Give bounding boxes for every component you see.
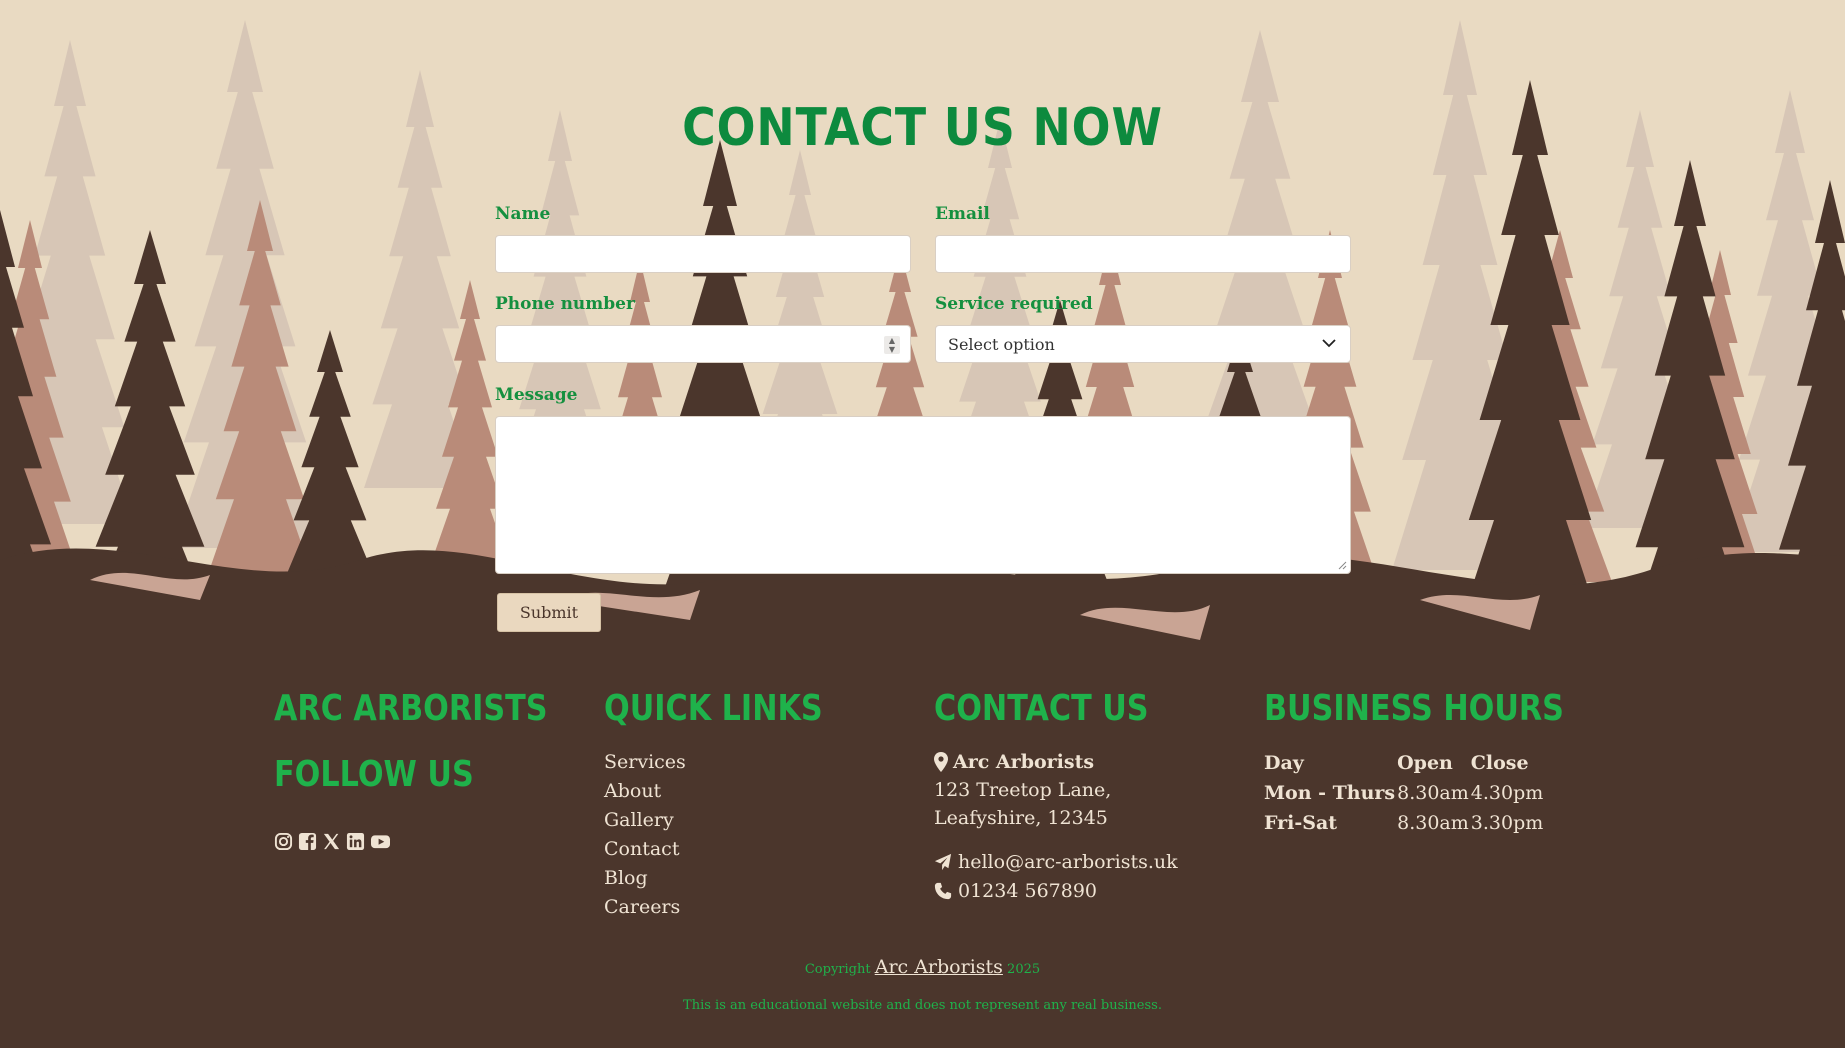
- message-label: Message: [495, 385, 578, 405]
- map-pin-icon: [934, 752, 948, 772]
- number-spinner-icon[interactable]: ▲ ▼: [884, 336, 900, 354]
- email-link[interactable]: hello@arc-arborists.uk: [958, 851, 1178, 873]
- phone-input[interactable]: ▲ ▼: [495, 325, 911, 363]
- address-line2: Leafyshire, 12345: [934, 807, 1108, 829]
- hours-open: 8.30am: [1397, 782, 1469, 804]
- service-label: Service required: [935, 294, 1093, 314]
- service-select[interactable]: Select option: [935, 325, 1351, 363]
- email-line: hello@arc-arborists.uk: [934, 851, 1178, 873]
- social-links: [274, 832, 391, 851]
- copyright: Copyright Arc Arborists 2025: [0, 956, 1845, 978]
- address-name: Arc Arborists: [953, 751, 1095, 773]
- quick-link-about[interactable]: About: [604, 777, 686, 806]
- service-select-value: Select option: [948, 335, 1055, 354]
- quick-link-contact[interactable]: Contact: [604, 835, 686, 864]
- hours-header-day: Day: [1264, 752, 1304, 774]
- chevron-down-icon: [1322, 339, 1336, 348]
- brand-heading: ARC ARBORISTS: [274, 688, 548, 729]
- table-row: Fri-Sat 8.30am 3.30pm: [1264, 808, 1545, 838]
- submit-button[interactable]: Submit: [497, 593, 601, 632]
- hours-close: 3.30pm: [1470, 812, 1544, 834]
- youtube-icon[interactable]: [370, 832, 391, 851]
- address-line1: 123 Treetop Lane,: [934, 779, 1112, 801]
- email-input[interactable]: [935, 235, 1351, 273]
- phone-icon: [934, 882, 952, 900]
- copyright-prefix: Copyright: [804, 962, 871, 977]
- hours-day: Mon - Thurs: [1264, 782, 1396, 804]
- copyright-year: 2025: [1007, 962, 1041, 977]
- hours-header-close: Close: [1470, 752, 1529, 774]
- name-label: Name: [495, 204, 551, 224]
- phone-line: 01234 567890: [934, 880, 1097, 902]
- hours-header-open: Open: [1397, 752, 1453, 774]
- hours-header-row: Day Open Close: [1264, 748, 1545, 778]
- quick-links-list: Services About Gallery Contact Blog Care…: [604, 748, 686, 922]
- address-block: Arc Arborists 123 Treetop Lane, Leafyshi…: [934, 748, 1111, 832]
- hours-day: Fri-Sat: [1264, 812, 1338, 834]
- email-label: Email: [935, 204, 990, 224]
- contact-title: CONTACT US NOW: [682, 98, 1163, 158]
- name-input[interactable]: [495, 235, 911, 273]
- message-textarea[interactable]: [495, 416, 1351, 574]
- business-hours-table: Day Open Close Mon - Thurs 8.30am 4.30pm…: [1264, 748, 1545, 838]
- quick-link-services[interactable]: Services: [604, 748, 686, 777]
- phone-link[interactable]: 01234 567890: [958, 880, 1097, 902]
- facebook-icon[interactable]: [298, 832, 317, 851]
- table-row: Mon - Thurs 8.30am 4.30pm: [1264, 778, 1545, 808]
- phone-label: Phone number: [495, 294, 635, 314]
- contact-form-section: CONTACT US NOW Name Email Phone number ▲…: [0, 0, 1845, 660]
- resize-grip-icon[interactable]: [1337, 560, 1347, 570]
- paper-plane-icon: [934, 853, 952, 871]
- copyright-link[interactable]: Arc Arborists: [875, 956, 1003, 978]
- hours-close: 4.30pm: [1470, 782, 1544, 804]
- quick-link-blog[interactable]: Blog: [604, 864, 686, 893]
- hours-heading: BUSINESS HOURS: [1264, 688, 1564, 729]
- quick-link-careers[interactable]: Careers: [604, 893, 686, 922]
- contact-heading: CONTACT US: [934, 688, 1149, 729]
- quick-link-gallery[interactable]: Gallery: [604, 806, 686, 835]
- x-icon[interactable]: [322, 832, 341, 851]
- quick-links-heading: QUICK LINKS: [604, 688, 823, 729]
- hours-open: 8.30am: [1397, 812, 1469, 834]
- linkedin-icon[interactable]: [346, 832, 365, 851]
- follow-heading: FOLLOW US: [274, 754, 474, 795]
- instagram-icon[interactable]: [274, 832, 293, 851]
- disclaimer: This is an educational website and does …: [683, 998, 1162, 1013]
